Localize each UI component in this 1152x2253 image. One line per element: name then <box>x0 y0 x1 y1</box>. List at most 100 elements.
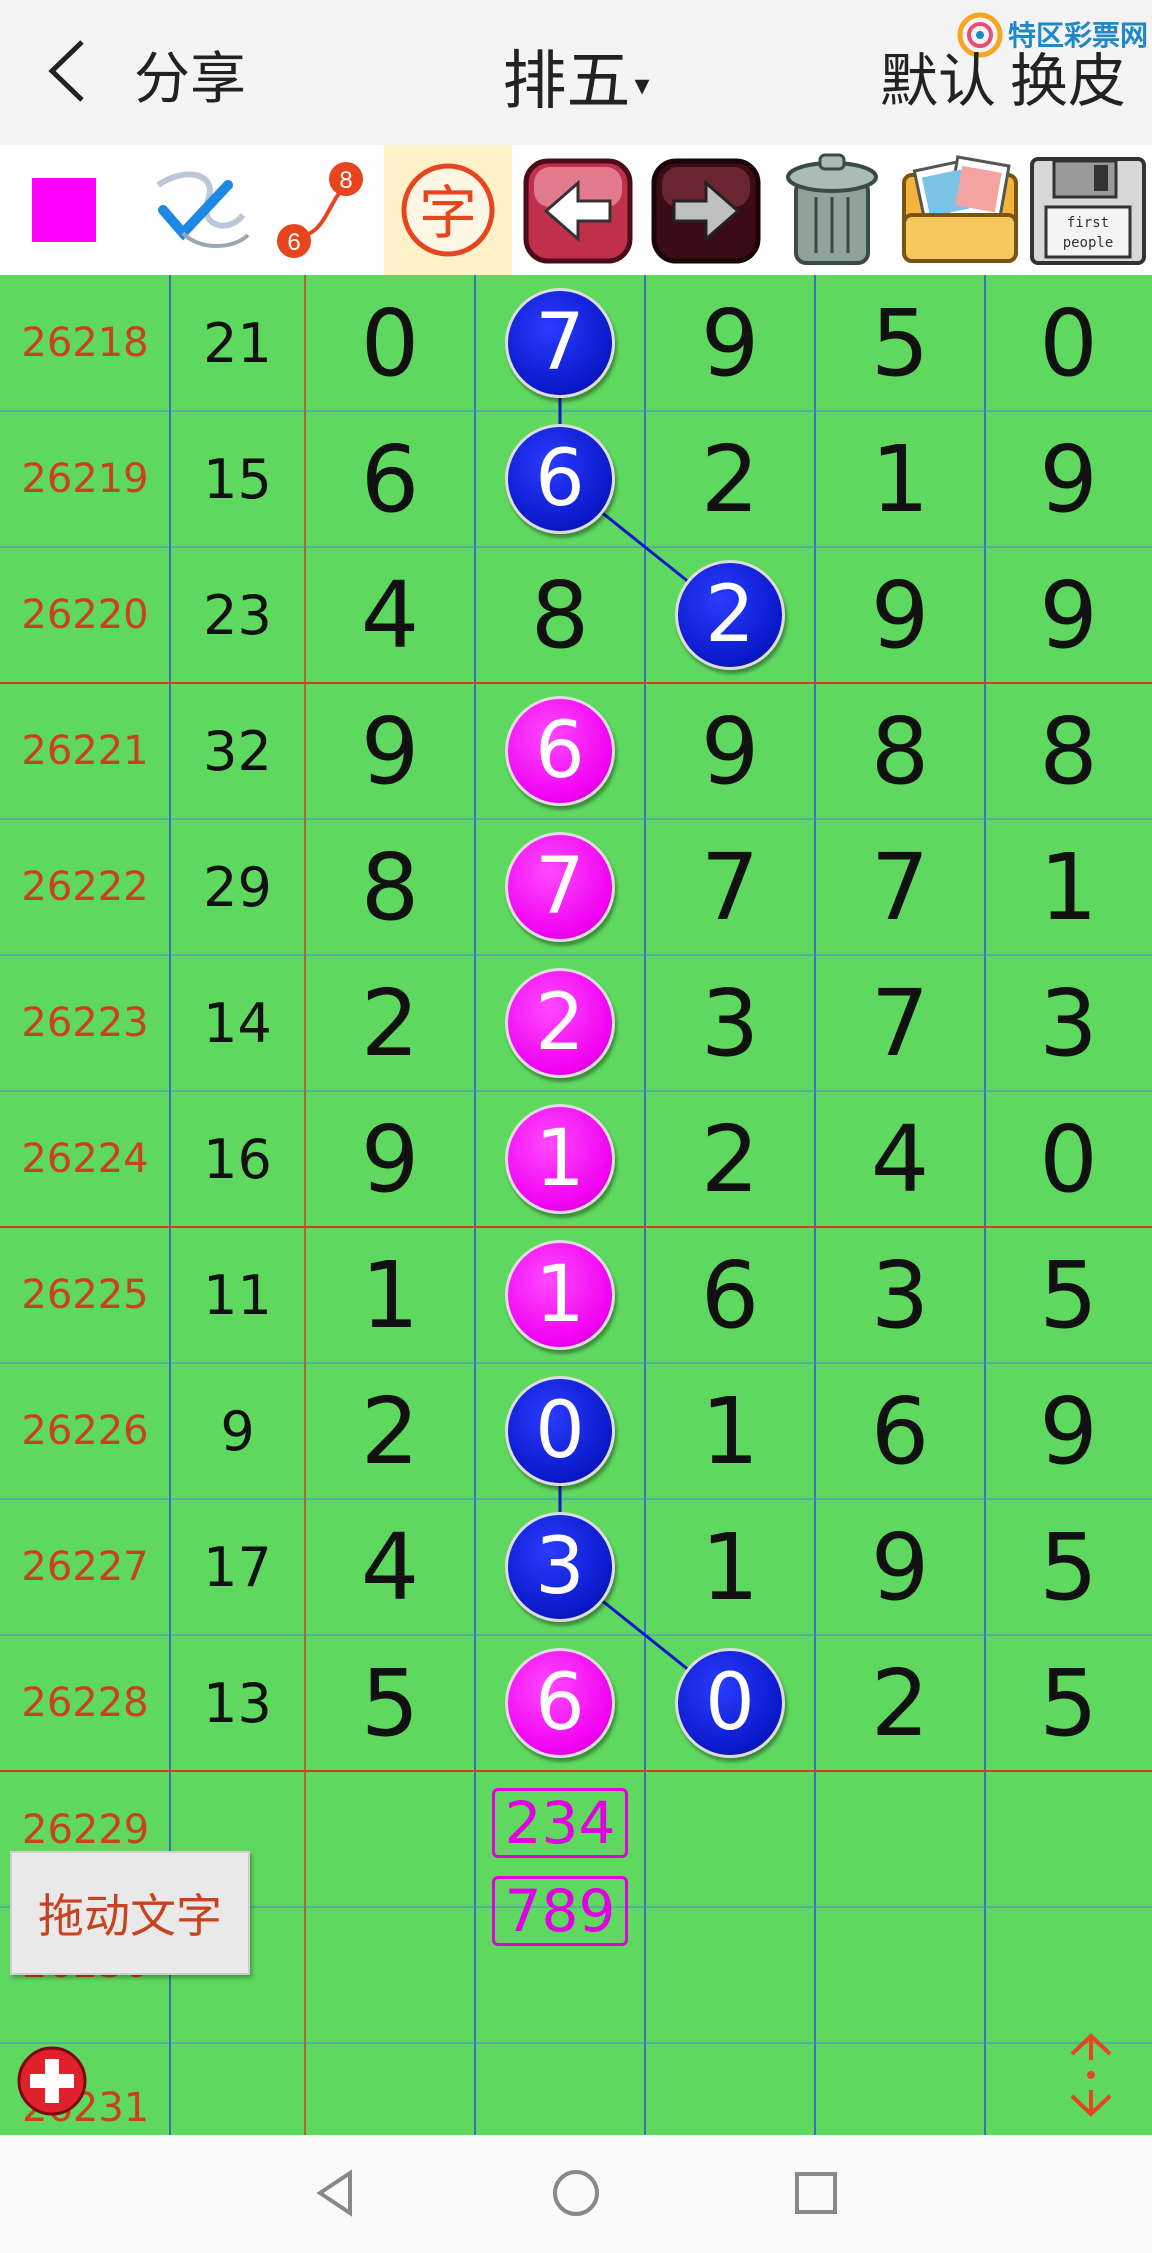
digit-cell[interactable]: 1 <box>985 819 1152 955</box>
digit-cell[interactable]: 0 <box>985 1091 1152 1227</box>
drawing-toolbar: 8 6 字 first people <box>0 145 1152 275</box>
digit-cell[interactable]: 0 <box>985 275 1152 411</box>
digit-cell[interactable]: 1 <box>645 1363 815 1499</box>
highlighted-digit-cell[interactable]: 0 <box>645 1635 815 1771</box>
issue-number: 26225 <box>21 1272 149 1318</box>
drag-text-button[interactable]: 拖动文字 <box>10 1851 250 1975</box>
digit-cell[interactable]: 8 <box>815 683 985 819</box>
digit-cell[interactable]: 8 <box>305 819 475 955</box>
issue-number: 26226 <box>21 1408 149 1454</box>
draw-row: 26225 11 1 1 6 3 5 <box>0 1227 1152 1363</box>
issue-number: 26224 <box>21 1136 149 1182</box>
draw-row: 26219 15 6 6 2 1 9 <box>0 411 1152 547</box>
digit-cell[interactable]: 4 <box>305 1499 475 1635</box>
undo-button[interactable] <box>512 145 640 275</box>
default-button[interactable]: 默认 <box>880 34 996 118</box>
triangle-back-icon[interactable] <box>306 2163 366 2223</box>
digit-cell[interactable]: 3 <box>645 955 815 1091</box>
connect-line-tool-button[interactable]: 8 6 <box>256 145 384 275</box>
highlighted-digit-cell[interactable]: 3 <box>475 1499 645 1635</box>
svg-text:first: first <box>1067 215 1109 231</box>
digit-cell[interactable]: 9 <box>305 1091 475 1227</box>
text-tool-button[interactable]: 字 <box>384 145 512 275</box>
highlighted-digit-cell[interactable]: 1 <box>475 1227 645 1363</box>
highlighted-digit-cell[interactable]: 6 <box>475 1635 645 1771</box>
up-down-arrow-icon[interactable] <box>1062 2030 1120 2120</box>
digit-cell[interactable]: 2 <box>305 955 475 1091</box>
digit-cell[interactable]: 5 <box>305 1635 475 1771</box>
digit-cell[interactable]: 2 <box>815 1635 985 1771</box>
right-arrow-icon <box>651 158 761 264</box>
digit-cell[interactable]: 7 <box>645 819 815 955</box>
digit-cell[interactable]: 0 <box>305 275 475 411</box>
draw-row: 26226 9 2 0 1 6 9 <box>0 1363 1152 1499</box>
digit-cell[interactable]: 9 <box>305 683 475 819</box>
digit-cell[interactable]: 6 <box>645 1227 815 1363</box>
digit-cell[interactable]: 9 <box>645 683 815 819</box>
prediction-box[interactable]: 789 <box>492 1876 628 1946</box>
digit-cell[interactable]: 8 <box>985 683 1152 819</box>
magenta-ball-marker: 1 <box>505 1240 615 1350</box>
issue-number: 26223 <box>21 1000 149 1046</box>
digit-cell[interactable]: 7 <box>815 819 985 955</box>
skin-button[interactable]: 换皮 <box>1010 34 1126 118</box>
digit-cell[interactable]: 9 <box>985 1363 1152 1499</box>
digit-cell[interactable]: 6 <box>815 1363 985 1499</box>
digit-cell[interactable]: 9 <box>985 547 1152 683</box>
highlighted-digit-cell[interactable]: 6 <box>475 411 645 547</box>
digit-cell[interactable]: 5 <box>985 1227 1152 1363</box>
save-button[interactable]: first people <box>1024 145 1152 275</box>
digit-cell[interactable]: 1 <box>305 1227 475 1363</box>
digit-cell[interactable]: 5 <box>985 1499 1152 1635</box>
magenta-ball-marker: 2 <box>505 968 615 1078</box>
digit-cell[interactable]: 5 <box>815 275 985 411</box>
digit-cell[interactable]: 7 <box>815 955 985 1091</box>
digit-cell[interactable]: 1 <box>815 411 985 547</box>
draw-row: 26224 16 9 1 2 4 0 <box>0 1091 1152 1227</box>
digit-sum: 16 <box>203 1127 272 1191</box>
digit-cell[interactable]: 2 <box>645 411 815 547</box>
highlighted-digit-cell[interactable]: 7 <box>475 819 645 955</box>
digit-cell[interactable]: 1 <box>645 1499 815 1635</box>
digit-cell[interactable]: 8 <box>475 547 645 683</box>
digit-cell[interactable]: 4 <box>305 547 475 683</box>
pen-tool-button[interactable] <box>128 145 256 275</box>
color-swatch-button[interactable] <box>0 145 128 275</box>
highlighted-digit-cell[interactable]: 2 <box>475 955 645 1091</box>
draw-row: 26227 17 4 3 1 9 5 <box>0 1499 1152 1635</box>
highlighted-digit-cell[interactable]: 6 <box>475 683 645 819</box>
digit-cell[interactable]: 4 <box>815 1091 985 1227</box>
digit-sum: 11 <box>203 1263 272 1327</box>
digit-cell[interactable]: 3 <box>815 1227 985 1363</box>
digit-cell[interactable]: 9 <box>815 547 985 683</box>
highlighted-digit-cell[interactable]: 7 <box>475 275 645 411</box>
photos-folder-icon <box>902 155 1018 263</box>
square-recents-icon[interactable] <box>786 2163 846 2223</box>
digit-cell[interactable]: 9 <box>985 411 1152 547</box>
image-picker-button[interactable] <box>896 145 1024 275</box>
digit-sum: 32 <box>203 719 272 783</box>
highlighted-digit-cell[interactable]: 0 <box>475 1363 645 1499</box>
magenta-ball-marker: 6 <box>505 696 615 806</box>
digit-cell[interactable]: 2 <box>305 1363 475 1499</box>
highlighted-digit-cell[interactable]: 2 <box>645 547 815 683</box>
connect-line-icon: 8 6 <box>277 162 363 258</box>
trash-button[interactable] <box>768 145 896 275</box>
svg-text:people: people <box>1063 235 1114 251</box>
digit-cell[interactable]: 5 <box>985 1635 1152 1771</box>
svg-text:字: 字 <box>419 179 477 247</box>
highlighted-digit-cell[interactable]: 1 <box>475 1091 645 1227</box>
digit-cell[interactable]: 9 <box>645 275 815 411</box>
redo-button[interactable] <box>640 145 768 275</box>
digit-cell[interactable]: 9 <box>815 1499 985 1635</box>
prediction-box[interactable]: 234 <box>492 1788 628 1858</box>
blue-ball-marker: 7 <box>505 288 615 398</box>
add-plus-icon[interactable] <box>16 2045 88 2117</box>
draw-row: 26220 23 4 8 2 9 9 <box>0 547 1152 683</box>
digit-cell[interactable]: 3 <box>985 955 1152 1091</box>
blue-ball-marker: 0 <box>505 1376 615 1486</box>
title-text: 排五 <box>502 45 631 119</box>
circle-home-icon[interactable] <box>546 2163 606 2223</box>
digit-cell[interactable]: 2 <box>645 1091 815 1227</box>
digit-cell[interactable]: 6 <box>305 411 475 547</box>
